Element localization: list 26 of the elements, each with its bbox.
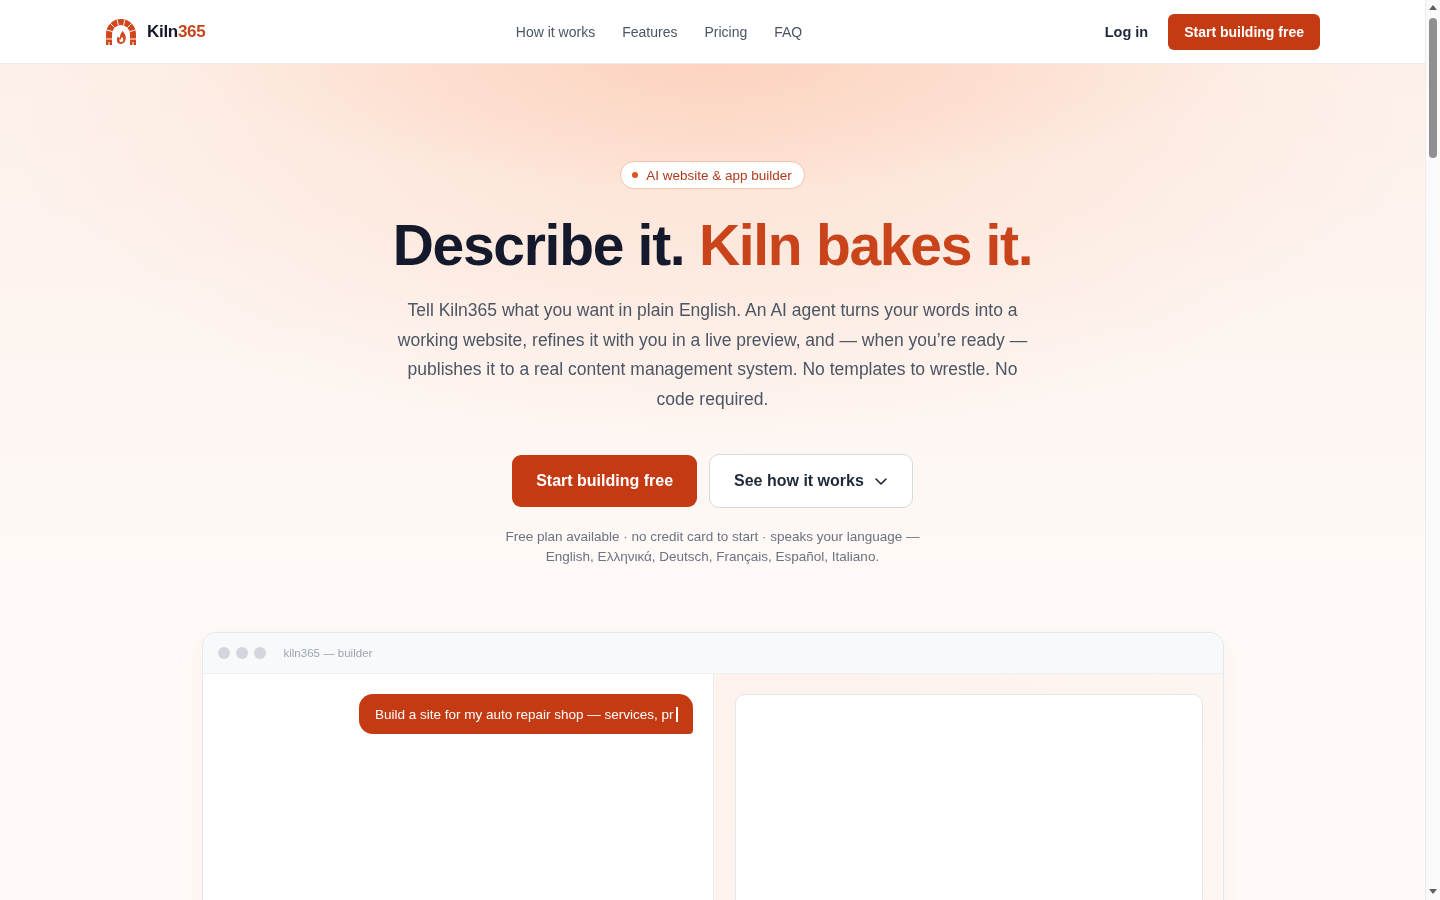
nav-link[interactable]: FAQ — [774, 23, 803, 40]
kiln-logo-icon[interactable] — [105, 18, 137, 45]
headline: Describe it. Kiln bakes it. — [392, 212, 1033, 278]
nav-link[interactable]: Pricing — [704, 23, 748, 40]
scrollbar-thumb[interactable] — [1429, 18, 1437, 158]
window-title: kiln365 — builder — [283, 647, 373, 659]
status-dot-icon — [632, 172, 639, 178]
brand-name[interactable]: Kiln365 — [147, 21, 206, 42]
text-cursor-icon — [675, 706, 678, 722]
scroll-down-icon[interactable] — [1429, 889, 1437, 894]
login-link[interactable]: Log in — [1104, 23, 1149, 40]
nav-link[interactable]: How it works — [515, 23, 596, 40]
prompt-text: Build a site for my auto repair shop — services, pr — [374, 706, 674, 722]
window-dot-icon — [235, 647, 248, 659]
start-building-button[interactable]: Start building free — [512, 455, 698, 507]
window-dot-icon — [217, 647, 230, 659]
chevron-down-icon — [874, 477, 887, 485]
window-dot-icon — [253, 647, 266, 659]
scrollbar[interactable] — [1425, 0, 1440, 900]
start-building-button[interactable]: Start building free — [1168, 13, 1320, 50]
hero-description: Tell Kiln365 what you want in plain English. An AI agent turns your words into a working website, refines it with you in a live preview, and — when you’re ready — publishes it to a real content management system. No templates to wrestle. No code required. — [396, 299, 1029, 411]
nav-link[interactable]: Features — [622, 23, 678, 40]
tagline-text: AI website & app builder — [646, 167, 792, 183]
scroll-up-icon[interactable] — [1429, 5, 1437, 10]
see-how-it-works-button[interactable]: See how it works — [709, 454, 913, 508]
hero-note: Free plan available · no credit card to start · speaks your language — English, Ελληνικά, Deutsch, Français, Español, Italiano. — [504, 528, 921, 566]
